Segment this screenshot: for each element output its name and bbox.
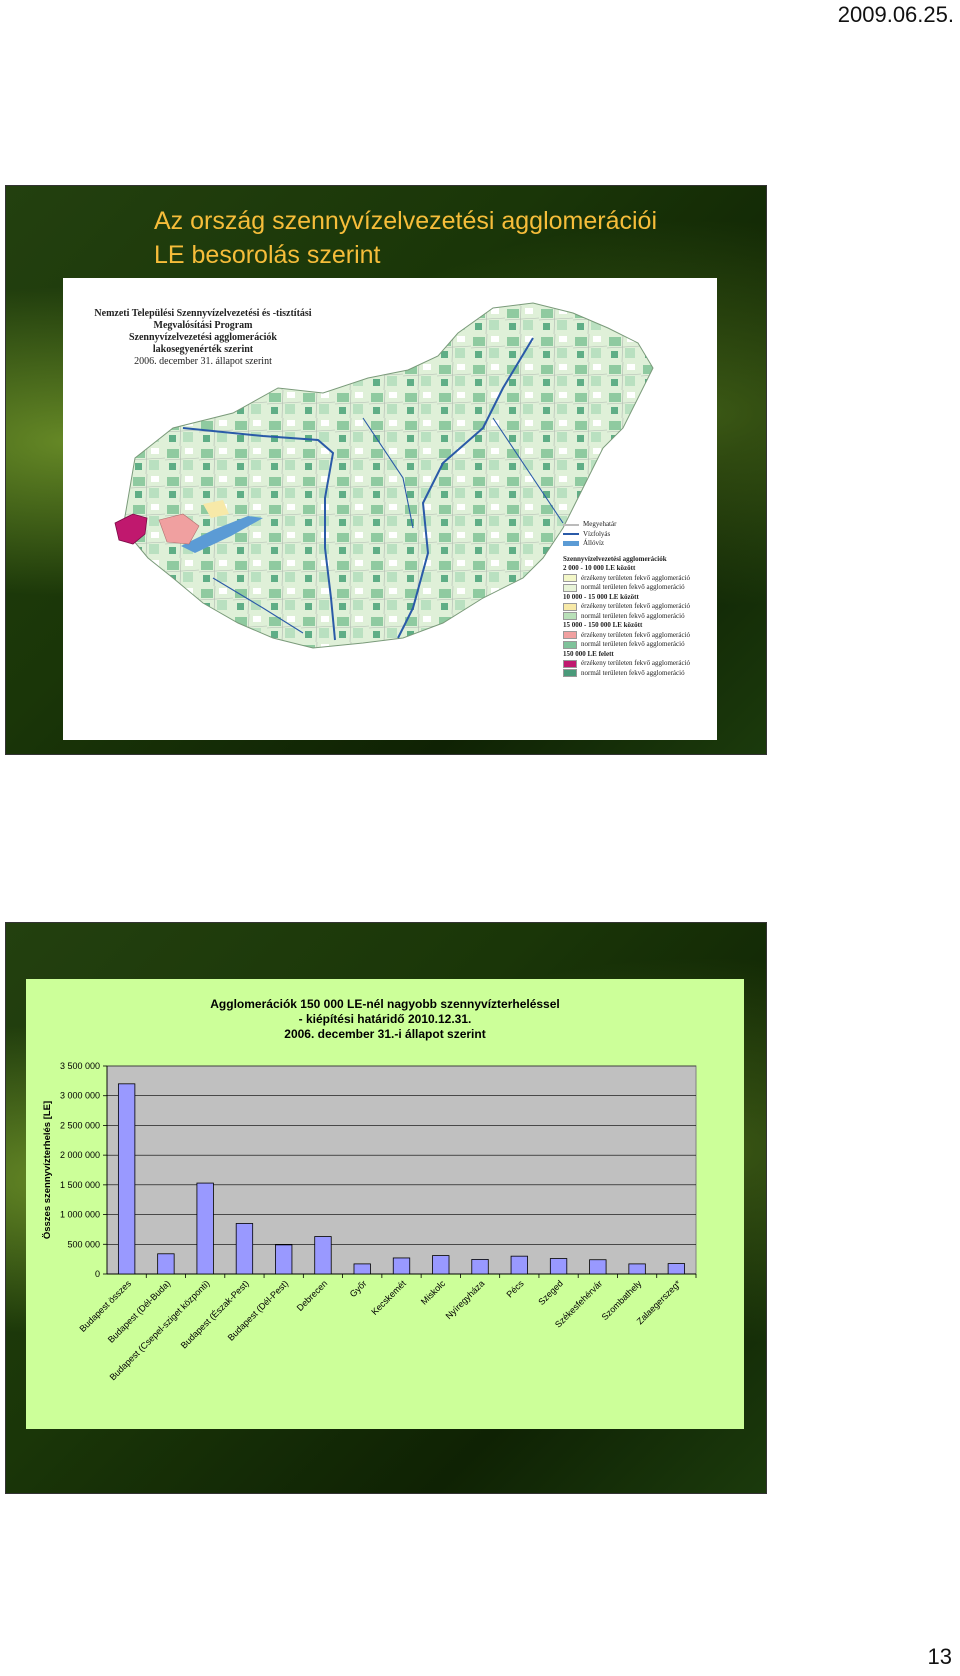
legend-line-county: Megyehatár [563,520,713,530]
bar [157,1253,175,1275]
bar [471,1259,489,1275]
map-caption-line2: Megvalósítási Program [153,320,253,331]
map-caption-line1: Nemzeti Települési Szennyvízelvezetési é… [94,308,312,319]
y-tick-label: 2 000 000 [60,1150,100,1160]
legend-swatch [563,669,577,678]
legend-line-lake: Állóvíz [563,539,713,549]
map-caption-line5: 2006. december 31. állapot szerint [134,356,272,367]
river-swatch [563,533,579,536]
page-date: 2009.06.25. [837,2,954,27]
y-tick-label: 1 500 000 [60,1180,100,1190]
y-tick-label: 0 [95,1269,100,1279]
bar [589,1259,607,1275]
x-tick-label: Debrecen [295,1278,330,1313]
legend-swatch [563,659,577,668]
x-tick-label: Pécs [504,1278,526,1300]
bar [628,1263,646,1275]
y-tick-label: 3 000 000 [60,1091,100,1101]
y-tick-label: 500 000 [67,1239,100,1249]
x-tick-label: Szeged [536,1278,565,1307]
legend-item: normál területen fekvő agglomeráció [563,669,713,679]
legend-line-river: Vízfolyás [563,530,713,540]
legend-groups: Szennyvízelvezetési agglomerációk 2 000 … [563,555,713,679]
y-axis-label: Összes szennyvízterhelés [LE] [42,1101,53,1239]
legend-line-label: Megyehatár [583,520,617,528]
map-legend: Megyehatár Vízfolyás Állóvíz Szennyvízel… [563,520,713,678]
bar [275,1244,293,1275]
bar [196,1182,214,1275]
bar [510,1255,528,1275]
legend-item-label: érzékeny területen fekvő agglomeráció [581,602,691,610]
chart-panel: Agglomerációk 150 000 LE-nél nagyobb sze… [26,979,744,1429]
bar [432,1255,450,1275]
x-tick-label: Miskolc [419,1278,448,1307]
y-tick-label: 2 500 000 [60,1120,100,1130]
map-panel: Nemzeti Települési Szennyvízelvezetési é… [63,278,717,740]
bar-chart: 0 500 000 1 000 000 1 500 000 2 000 000 2 500… [42,1061,697,1382]
x-tick-label: Budapest (Észak-Pest) [179,1278,251,1350]
bar [667,1263,686,1275]
legend-swatch [563,640,577,649]
bar [117,1083,136,1275]
legend-item-label: normál területen fekvő agglomeráció [581,583,685,591]
legend-swatch [563,574,577,583]
bar [353,1263,371,1275]
x-tick-label: Győr [348,1278,369,1299]
slide-map: Az ország szennyvízelvezetési agglomerác… [5,185,767,755]
legend-swatch [563,631,577,640]
plot-area [106,1065,697,1275]
slide-chart: Agglomerációk 150 000 LE-nél nagyobb sze… [5,922,767,1494]
y-tick-label: 3 500 000 [60,1061,100,1071]
legend-group-head: 15 000 - 150 000 LE között [563,621,643,629]
legend-group-head: 2 000 - 10 000 LE között [563,564,636,572]
page-number: 13 [927,1644,952,1669]
legend-item-label: normál területen fekvő agglomeráció [581,668,685,677]
legend-line-label: Vízfolyás [583,529,611,538]
legend-item: érzékeny területen fekvő agglomeráció [563,631,713,641]
legend-item-label: normál területen fekvő agglomeráció [581,640,685,648]
slide-title-line2: LE besorolás szerint [154,241,381,269]
y-tick-label: 1 000 000 [60,1210,100,1220]
x-tick-label: Nyíregyháza [444,1278,487,1321]
legend-item-label: normál területen fekvő agglomeráció [581,611,685,620]
county-border-swatch [563,523,579,526]
bar [392,1257,411,1275]
legend-item-label: érzékeny területen fekvő agglomeráció [581,659,691,667]
slide-title-line1: Az ország szennyvízelvezetési agglomerác… [154,207,658,235]
bar [314,1236,332,1275]
legend-item: érzékeny területen fekvő agglomeráció [563,574,713,584]
legend-item: normál területen fekvő agglomeráció [563,612,713,622]
bar [235,1223,254,1275]
legend-group-head: 10 000 - 15 000 LE között [563,592,639,601]
slide-title: Az ország szennyvízelvezetési agglomerác… [154,204,657,272]
legend-item: normál területen fekvő agglomeráció [563,640,713,650]
legend-swatch [563,583,577,592]
legend-line-label: Állóvíz [583,539,604,547]
legend-item-label: érzékeny területen fekvő agglomeráció [581,630,691,639]
legend-item-label: érzékeny területen fekvő agglomeráció [581,573,691,582]
x-tick-label: Kecskemét [369,1278,408,1317]
legend-title: Szennyvízelvezetési agglomerációk [563,554,667,563]
legend-item: érzékeny területen fekvő agglomeráció [563,659,713,669]
map-caption: Nemzeti Települési Szennyvízelvezetési é… [73,308,333,368]
legend-item: érzékeny területen fekvő agglomeráció [563,602,713,612]
legend-swatch [563,602,577,611]
bar [549,1258,568,1275]
map-caption-line4: lakosegyenérték szerint [152,344,254,355]
legend-item: normál területen fekvő agglomeráció [563,583,713,593]
legend-group-head: 150 000 LE felett [563,649,614,658]
map-caption-line3: Szennyvízelvezetési agglomerációk [128,332,277,343]
lake-swatch [563,541,579,547]
legend-swatch [563,612,577,621]
